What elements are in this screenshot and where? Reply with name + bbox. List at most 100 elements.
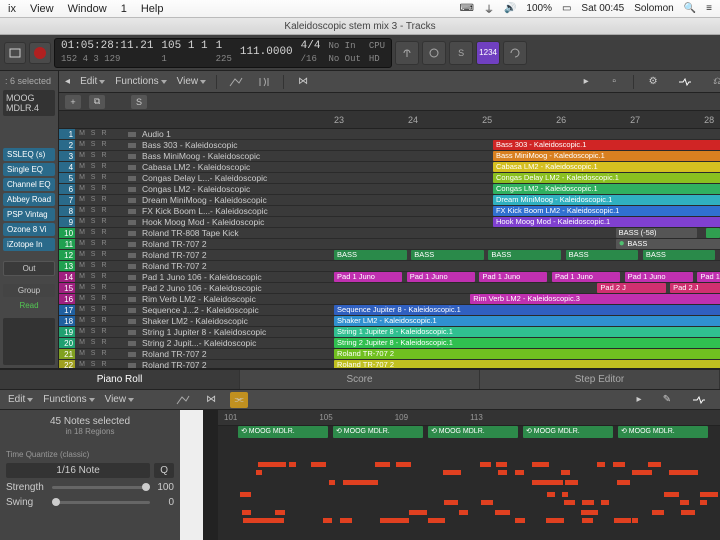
plugin-slot[interactable]: SSLEQ (s): [3, 148, 55, 161]
catch-icon[interactable]: ⋈: [294, 74, 312, 90]
selection-info: 45 Notes selected in 18 Regions: [6, 416, 174, 436]
global-solo-button[interactable]: S: [131, 95, 147, 109]
track-row[interactable]: 10MSRRoland TR-808 Tape KickBASS (-58): [59, 228, 720, 239]
track-row[interactable]: 16MSRRim Verb LM2 - KaleidoscopicRim Ver…: [59, 294, 720, 305]
search-icon[interactable]: 🔍: [684, 3, 696, 14]
cycle-button[interactable]: [503, 41, 527, 65]
track-row[interactable]: 12MSRRoland TR-707 2BASSBASSBASSBASSBASS…: [59, 250, 720, 261]
strength-slider[interactable]: [52, 486, 150, 489]
functions-menu[interactable]: Functions: [115, 76, 166, 87]
selection-count: : 6 selected: [3, 74, 55, 88]
track-row[interactable]: 1MSRAudio 1: [59, 129, 720, 140]
track-row[interactable]: 13MSRRoland TR-707 2: [59, 261, 720, 272]
master-vol-button[interactable]: [422, 41, 446, 65]
pointer-tool-icon[interactable]: ▸: [577, 74, 595, 90]
menu-item[interactable]: 1: [121, 3, 127, 15]
group-label[interactable]: Group: [3, 284, 55, 297]
plugin-slot[interactable]: Channel EQ: [3, 178, 55, 191]
tuner-button[interactable]: [395, 41, 419, 65]
tab-step-editor[interactable]: Step Editor: [480, 370, 720, 389]
track-row[interactable]: 17MSRSequence J...2 - KaleidoscopicSeque…: [59, 305, 720, 316]
user-name[interactable]: Solomon: [634, 3, 673, 14]
plugin-slot[interactable]: Ozone 8 Vi: [3, 223, 55, 236]
track-row[interactable]: 6MSRCongas LM2 - KaleidoscopicCongas LM2…: [59, 184, 720, 195]
inspector-track-name[interactable]: MOOG MDLR.4: [3, 90, 55, 116]
track-row[interactable]: 21MSRRoland TR-707 2Roland TR-707 2 ⟲: [59, 349, 720, 360]
automation-icon[interactable]: [227, 74, 245, 90]
snap-button[interactable]: [686, 392, 712, 408]
link-icon[interactable]: ⎌: [708, 74, 720, 90]
track-row[interactable]: 18MSRShaker LM2 - KaleidoscopicShaker LM…: [59, 316, 720, 327]
menu-item[interactable]: View: [30, 3, 54, 15]
volume-icon[interactable]: 🔊: [504, 3, 516, 14]
track-row[interactable]: 9MSRHook Moog Mod - KaleidoscopicHook Mo…: [59, 217, 720, 228]
settings-icon[interactable]: ⚙: [644, 74, 662, 90]
piano-roll-grid[interactable]: 101105109113 ⟲ MOOG MDLR.⟲ MOOG MDLR.⟲ M…: [218, 410, 720, 540]
plugin-slot[interactable]: PSP Vintag: [3, 208, 55, 221]
clock[interactable]: Sat 00:45: [581, 3, 624, 14]
chevron-left-icon[interactable]: ◂: [65, 76, 70, 87]
menu-item[interactable]: Window: [68, 3, 107, 15]
tab-piano-roll[interactable]: Piano Roll: [0, 370, 240, 389]
plugin-slot[interactable]: iZotope In: [3, 238, 55, 251]
track-row[interactable]: 3MSRBass MiniMoog - KaleidoscopicBass Mi…: [59, 151, 720, 162]
quantize-value[interactable]: 1/16 Note: [6, 463, 150, 478]
track-row[interactable]: 4MSRCabasa LM2 - KaleidoscopicCabasa LM2…: [59, 162, 720, 173]
automation-read[interactable]: Read: [3, 299, 55, 312]
edit-menu[interactable]: Edit: [8, 394, 33, 405]
count-in-button[interactable]: S: [449, 41, 473, 65]
swing-value: 0: [154, 497, 174, 508]
menu-icon[interactable]: ≡: [706, 3, 712, 14]
plugin-slot[interactable]: Single EQ: [3, 163, 55, 176]
track-row[interactable]: 14MSRPad 1 Juno 106 - KaleidoscopicPad 1…: [59, 272, 720, 283]
record-button[interactable]: [29, 42, 51, 64]
quantize-label: Time Quantize (classic): [6, 450, 174, 459]
editor-toolbar: Edit Functions View ⋈ ⫘ ▸ ✎: [0, 390, 720, 410]
track-row[interactable]: 15MSRPad 2 Juno 106 - KaleidoscopicPad 2…: [59, 283, 720, 294]
track-row[interactable]: 11MSRRoland TR-707 2● BASS: [59, 239, 720, 250]
window-titlebar: Kaleidoscopic stem mix 3 - Tracks: [0, 18, 720, 35]
pointer-tool-icon[interactable]: ▸: [630, 392, 648, 408]
catch-icon[interactable]: ⋈: [202, 392, 220, 408]
view-menu[interactable]: View: [177, 76, 207, 87]
lcd-display[interactable]: 01:05:28:11.21152 4 3 129 105 1 11 1225 …: [54, 38, 392, 68]
view-menu[interactable]: View: [105, 394, 135, 405]
piano-roll-ruler[interactable]: 101105109113: [218, 410, 720, 426]
menu-item[interactable]: Help: [141, 3, 164, 15]
add-track-button[interactable]: +: [65, 95, 81, 109]
channel-fader[interactable]: [3, 318, 55, 365]
track-row[interactable]: 22MSRRoland TR-707 2Roland TR-707 2 ⟲: [59, 360, 720, 368]
battery-status[interactable]: 100%: [526, 3, 552, 14]
track-row[interactable]: 7MSRDream MiniMoog - KaleidoscopicDream …: [59, 195, 720, 206]
link-icon[interactable]: ⫘: [230, 392, 248, 408]
wifi-icon[interactable]: ⏚: [484, 1, 494, 16]
plugin-slot[interactable]: Abbey Road: [3, 193, 55, 206]
strength-value: 100: [154, 482, 174, 493]
display-mode-button[interactable]: 1234: [476, 41, 500, 65]
library-button[interactable]: [4, 42, 26, 64]
functions-menu[interactable]: Functions: [43, 394, 94, 405]
track-row[interactable]: 8MSRFX Kick Boom L...- KaleidoscopicFX K…: [59, 206, 720, 217]
swing-slider[interactable]: [52, 501, 150, 504]
snap-button[interactable]: [672, 74, 698, 90]
quantize-button[interactable]: Q: [154, 463, 174, 478]
bar-ruler[interactable]: 23242526272829: [59, 111, 720, 129]
pencil-tool-icon[interactable]: ✎: [658, 392, 676, 408]
track-row[interactable]: 20MSRString 2 Jupit...- KaleidoscopicStr…: [59, 338, 720, 349]
tab-score[interactable]: Score: [240, 370, 480, 389]
menu-item[interactable]: ix: [8, 3, 16, 15]
keyboard-icon[interactable]: ⌨: [460, 3, 474, 14]
editor-tabs: Piano Roll Score Step Editor: [0, 370, 720, 390]
edit-menu[interactable]: Edit: [80, 76, 105, 87]
output-slot[interactable]: Out: [3, 261, 55, 276]
piano-keyboard[interactable]: [180, 410, 218, 540]
marquee-tool-icon[interactable]: ▫: [605, 74, 623, 90]
flex-icon[interactable]: [255, 74, 273, 90]
track-row[interactable]: 2MSRBass 303 - KaleidoscopicBass 303 - K…: [59, 140, 720, 151]
track-row[interactable]: 19MSRString 1 Jupiter 8 - KaleidoscopicS…: [59, 327, 720, 338]
track-row[interactable]: 5MSRCongas Delay L...- KaleidoscopicCong…: [59, 173, 720, 184]
track-header-bar: + ⧉ S: [59, 93, 720, 111]
automation-icon[interactable]: [174, 392, 192, 408]
duplicate-track-button[interactable]: ⧉: [89, 95, 105, 109]
strength-label: Strength: [6, 482, 48, 493]
